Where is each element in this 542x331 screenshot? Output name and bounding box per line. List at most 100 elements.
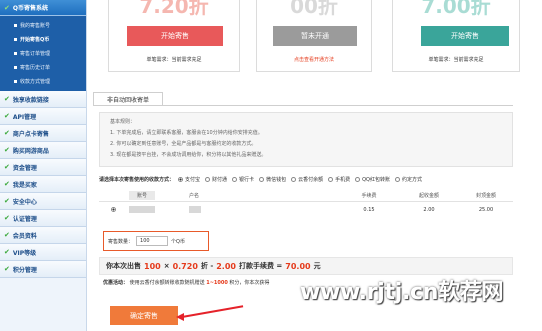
sidebar: ✔ Q币寄售系统 我的寄售账号 开始寄售Q币 寄售订单管理 寄售历史订单 收款方… — [0, 0, 87, 331]
calc-fee-label: 打款手续费 = — [238, 262, 283, 270]
radio-icon — [328, 176, 334, 182]
card-note: 单笔需求：当前需求充足 — [146, 57, 202, 63]
radio-icon — [259, 176, 265, 182]
quantity-unit: 个Q币 — [171, 238, 185, 245]
promo-mid: 使用云香付余额转账收款随机赠送 — [129, 280, 205, 286]
sidebar-item-label: 寄售历史订单 — [20, 64, 51, 71]
radio-icon — [291, 176, 297, 182]
tab-manual-recycle[interactable]: 非自动回收寄单 — [93, 92, 163, 106]
pay-option-label: 支付宝 — [185, 176, 201, 183]
sidebar-item-label: 开始寄售Q币 — [20, 36, 50, 43]
quantity-label: 寄售数量： — [108, 238, 134, 245]
payment-method-label: 请选择本次寄售使用的收款方式： — [99, 176, 175, 183]
account-redacted — [129, 205, 155, 213]
bullet-icon — [14, 51, 17, 55]
quantity-input[interactable]: 100 — [136, 236, 169, 246]
quantity-box: 寄售数量： 100 个Q币 — [103, 231, 209, 251]
pay-option-alipay[interactable]: 支付宝 — [178, 176, 200, 183]
open-method-link[interactable]: 点击查看开通方法 — [257, 56, 371, 63]
table-row[interactable]: 0.15 2.00 25.00 — [99, 202, 513, 218]
sale-card-3: 7.00折 开始寄售 单笔需求：当前需求充足 — [392, 0, 520, 72]
sidebar-cat-buyer[interactable]: ✔ 我是买家 — [0, 176, 86, 193]
calc-unit: 元 — [313, 262, 321, 270]
calc-amount: 100 — [144, 261, 161, 271]
col-max: 封顶金额 — [475, 192, 496, 199]
rules-line: 1. 下单完成后，请立即联系客服，客服会在10分钟内给你安排充值。 — [110, 130, 263, 136]
cell-fee: 0.15 — [363, 207, 375, 213]
sidebar-item-orders[interactable]: 寄售订单管理 — [0, 46, 86, 60]
rules-title: 基本规则： — [110, 119, 136, 125]
site-watermark: www.rjtj.cn软荐网 — [300, 280, 504, 305]
sidebar-cat-funds[interactable]: ✔ 资金管理 — [0, 159, 86, 176]
row-radio[interactable] — [110, 206, 116, 212]
pay-option-label: QQ红包转账 — [362, 176, 390, 183]
promo-text: 优惠活动： 使用云香付余额转账收款随机赠送 1~1000 积分，你本次获得 — [103, 279, 269, 286]
cell-min: 2.00 — [423, 207, 435, 213]
confirm-sale-button[interactable]: 确定寄售 — [110, 306, 178, 325]
bullet-icon — [14, 23, 17, 27]
calc-discount: 0.720 — [172, 261, 198, 271]
check-icon: ✔ — [4, 265, 10, 273]
sidebar-cat-api[interactable]: ✔ API管理 — [0, 108, 86, 125]
payment-method-row: 请选择本次寄售使用的收款方式： 支付宝 财付通 银行卡 微信钱包 云香付余额 手… — [99, 173, 513, 185]
sidebar-cat-label: 购买网游商品 — [12, 147, 49, 155]
promo-range: 1~1000 — [206, 280, 228, 286]
pay-option-bank[interactable]: 银行卡 — [232, 176, 254, 183]
sidebar-item-my-account[interactable]: 我的寄售账号 — [0, 18, 86, 32]
promo-prefix: 优惠活动： — [103, 280, 129, 286]
col-min: 起收金额 — [418, 192, 439, 199]
sidebar-item-history[interactable]: 寄售历史订单 — [0, 60, 86, 74]
sidebar-cat-exclusive-link[interactable]: ✔ 独享收款链接 — [0, 91, 86, 108]
radio-icon — [232, 176, 238, 182]
sidebar-item-payment[interactable]: 收款方式管理 — [0, 74, 86, 88]
name-redacted — [189, 205, 201, 213]
card-price: 7.00折 — [421, 0, 491, 18]
check-icon: ✔ — [4, 231, 10, 239]
sidebar-cat-label: API管理 — [12, 113, 37, 121]
card-price: 00折 — [290, 0, 338, 18]
pay-option-phone[interactable]: 手机费 — [328, 176, 350, 183]
pay-option-label: 财付通 — [212, 176, 228, 183]
pay-option-wechat[interactable]: 微信钱包 — [259, 176, 286, 183]
sidebar-item-label: 寄售订单管理 — [20, 50, 51, 57]
sidebar-cat-label: 商户点卡寄售 — [12, 130, 49, 138]
sidebar-cat-game-goods[interactable]: ✔ 购买网游商品 — [0, 142, 86, 159]
not-open-button[interactable]: 暂未开通 — [273, 26, 357, 46]
sidebar-cat-card-sale[interactable]: ✔ 商户点卡寄售 — [0, 125, 86, 142]
sidebar-cat-label: 我是买家 — [12, 181, 37, 189]
sidebar-cat-security[interactable]: ✔ 安全中心 — [0, 193, 86, 210]
pay-option-label: 微信钱包 — [266, 176, 287, 183]
rules-box: 基本规则： 1. 下单完成后，请立即联系客服，客服会在10分钟内给你安排充值。 … — [99, 112, 513, 167]
bullet-icon — [14, 65, 17, 69]
start-sale-button[interactable]: 开始寄售 — [127, 26, 223, 46]
start-sale-button[interactable]: 开始寄售 — [421, 26, 509, 46]
check-icon: ✔ — [4, 3, 10, 12]
sidebar-cat-label: 会员资料 — [12, 232, 37, 240]
sidebar-cat-profile[interactable]: ✔ 会员资料 — [0, 227, 86, 244]
sidebar-cat-points[interactable]: ✔ 积分管理 — [0, 261, 86, 278]
sidebar-cat-verification[interactable]: ✔ 认证管理 — [0, 210, 86, 227]
pay-option-label: 云香付余额 — [298, 176, 324, 183]
sidebar-section-qb[interactable]: ✔ Q币寄售系统 — [0, 0, 86, 16]
check-icon: ✔ — [4, 95, 10, 103]
check-icon: ✔ — [4, 163, 10, 171]
sidebar-cat-label: VIP等级 — [12, 249, 37, 257]
radio-icon — [394, 176, 400, 182]
sidebar-item-start-sale[interactable]: 开始寄售Q币 — [0, 32, 86, 46]
pay-option-label: 约定方式 — [401, 176, 422, 183]
radio-icon — [355, 176, 361, 182]
col-fee: 手续费 — [361, 192, 377, 199]
check-icon: ✔ — [4, 197, 10, 205]
check-icon: ✔ — [4, 112, 10, 120]
pay-option-tenpay[interactable]: 财付通 — [205, 176, 227, 183]
calc-times: × — [163, 262, 170, 270]
pay-option-balance[interactable]: 云香付余额 — [291, 176, 323, 183]
sidebar-cat-label: 积分管理 — [12, 266, 37, 274]
rules-line: 2. 你可以确定到任意账号，全是产品都是与客服约定的收款方式。 — [110, 141, 257, 147]
pay-option-qq[interactable]: QQ红包转账 — [355, 176, 390, 183]
sidebar-item-label: 我的寄售账号 — [20, 22, 51, 29]
pay-option-custom[interactable]: 约定方式 — [394, 176, 422, 183]
sidebar-cat-vip[interactable]: ✔ VIP等级 — [0, 244, 86, 261]
sidebar-cat-label: 独享收款链接 — [12, 96, 49, 104]
sale-card-2: 00折 暂未开通 点击查看开通方法 — [256, 0, 372, 72]
